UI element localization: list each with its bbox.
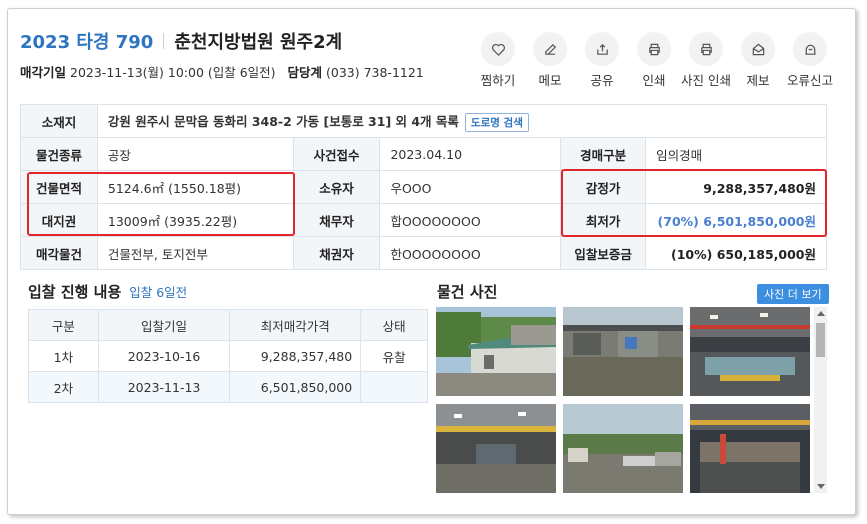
share-button[interactable]: 공유 bbox=[576, 32, 628, 89]
court-name: 춘천지방법원 원주2계 bbox=[174, 32, 343, 53]
area-highlight-box bbox=[27, 172, 295, 236]
bid-section-subtitle: 입찰 6일전 bbox=[129, 285, 188, 300]
owner-value: 우OOO bbox=[379, 170, 562, 204]
address-cell: 강원 원주시 문막읍 동화리 348-2 가동 [보통로 31] 외 4개 목록… bbox=[96, 104, 828, 138]
bid-section-title: 입찰 진행 내용 bbox=[28, 283, 122, 301]
sale-item-label: 매각물건 bbox=[20, 236, 98, 270]
info-row: 물건종류 공장 사건접수 2023.04.10 경매구분 임의경매 bbox=[20, 137, 827, 171]
error-report-icon bbox=[793, 32, 827, 66]
col-header: 구분 bbox=[28, 309, 99, 341]
property-photo[interactable] bbox=[436, 404, 556, 493]
scroll-down-icon[interactable] bbox=[817, 484, 825, 489]
type-value: 공장 bbox=[96, 137, 294, 171]
round-cell: 1차 bbox=[28, 340, 99, 372]
heart-icon bbox=[481, 32, 515, 66]
creditor-value: 한OOOOOOOO bbox=[379, 236, 562, 270]
print-label: 인쇄 bbox=[642, 73, 666, 88]
auction-kind-label: 경매구분 bbox=[560, 137, 647, 171]
share-label: 공유 bbox=[590, 73, 614, 88]
info-row: 매각물건 건물전부, 토지전부 채권자 한OOOOOOOO 입찰보증금 (10%… bbox=[20, 236, 827, 270]
address-row: 소재지 강원 원주시 문막읍 동화리 348-2 가동 [보통로 31] 외 4… bbox=[20, 104, 828, 138]
report-label: 제보 bbox=[746, 73, 770, 88]
share-icon bbox=[585, 32, 619, 66]
property-photo[interactable] bbox=[563, 404, 683, 493]
price-cell: 9,288,357,480 bbox=[229, 340, 362, 372]
col-header: 최저매각가격 bbox=[229, 309, 362, 341]
debtor-value: 합OOOOOOOO bbox=[379, 203, 562, 237]
divider bbox=[163, 33, 165, 49]
bid-history-table: 구분 입찰기일 최저매각가격 상태 1차 2023-10-16 9,288,35… bbox=[28, 309, 428, 403]
error-report-button[interactable]: 오류신고 bbox=[784, 32, 836, 89]
favorite-button[interactable]: 찜하기 bbox=[472, 32, 524, 89]
table-row: 2차 2023-11-13 6,501,850,000 bbox=[28, 371, 428, 403]
creditor-label: 채권자 bbox=[292, 236, 381, 270]
photo-print-button[interactable]: 사진 인쇄 bbox=[680, 32, 732, 89]
date-cell: 2023-11-13 bbox=[97, 371, 231, 403]
round-cell: 2차 bbox=[28, 371, 99, 403]
price-cell: 6,501,850,000 bbox=[229, 371, 362, 403]
status-cell bbox=[360, 371, 428, 403]
address-value: 강원 원주시 문막읍 동화리 348-2 가동 [보통로 31] 외 4개 목록 bbox=[107, 113, 459, 129]
case-number[interactable]: 2023 타경 790 bbox=[20, 28, 153, 54]
price-highlight-box bbox=[561, 169, 827, 237]
deposit-value: (10%) 650,185,000원 bbox=[645, 236, 827, 270]
road-search-button[interactable]: 도로명 검색 bbox=[464, 112, 529, 132]
error-report-label: 오류신고 bbox=[786, 73, 833, 88]
table-row: 1차 2023-10-16 9,288,357,480 유찰 bbox=[28, 340, 428, 372]
photo-print-icon bbox=[689, 32, 723, 66]
scroll-thumb[interactable] bbox=[816, 323, 825, 357]
photo-print-label: 사진 인쇄 bbox=[681, 73, 731, 88]
photo-grid bbox=[436, 307, 816, 493]
sale-item-value: 건물전부, 토지전부 bbox=[96, 236, 294, 270]
favorite-label: 찜하기 bbox=[480, 73, 516, 88]
pencil-icon bbox=[533, 32, 567, 66]
memo-button[interactable]: 메모 bbox=[524, 32, 576, 89]
property-photo[interactable] bbox=[563, 307, 683, 396]
sale-info: 매각기일 2023-11-13(월) 10:00 (입찰 6일전) 담당계 (0… bbox=[20, 62, 424, 81]
sale-date-value: 2023-11-13(월) 10:00 (입찰 6일전) bbox=[70, 65, 276, 80]
photo-scrollbar[interactable] bbox=[814, 307, 827, 493]
owner-label: 소유자 bbox=[292, 170, 381, 204]
auction-kind-value: 임의경매 bbox=[645, 137, 827, 171]
status-cell: 유찰 bbox=[360, 340, 428, 372]
more-photos-button[interactable]: 사진 더 보기 bbox=[757, 284, 829, 304]
property-photo[interactable] bbox=[690, 307, 810, 396]
action-toolbar: 찜하기 메모 공유 인쇄 사진 인쇄 제보 오류신고 bbox=[472, 32, 836, 89]
sale-date-label: 매각기일 bbox=[20, 65, 67, 80]
debtor-label: 채무자 bbox=[292, 203, 381, 237]
printer-icon bbox=[637, 32, 671, 66]
received-value: 2023.04.10 bbox=[379, 137, 562, 171]
deposit-label: 입찰보증금 bbox=[560, 236, 647, 270]
col-header: 상태 bbox=[360, 309, 428, 341]
photo-section-title: 물건 사진 bbox=[437, 283, 498, 301]
scroll-up-icon[interactable] bbox=[817, 311, 825, 316]
bid-section-header: 입찰 진행 내용 입찰 6일전 bbox=[28, 281, 187, 302]
property-photo[interactable] bbox=[690, 404, 810, 493]
property-photo[interactable] bbox=[436, 307, 556, 396]
type-label: 물건종류 bbox=[20, 137, 98, 171]
report-button[interactable]: 제보 bbox=[732, 32, 784, 89]
address-label: 소재지 bbox=[20, 104, 98, 138]
date-cell: 2023-10-16 bbox=[97, 340, 231, 372]
memo-label: 메모 bbox=[538, 73, 562, 88]
table-header-row: 구분 입찰기일 최저매각가격 상태 bbox=[28, 309, 428, 341]
manager-phone: (033) 738-1121 bbox=[325, 65, 424, 80]
col-header: 입찰기일 bbox=[97, 309, 231, 341]
report-icon bbox=[741, 32, 775, 66]
case-header: 2023 타경 790 춘천지방법원 원주2계 bbox=[20, 28, 342, 54]
received-label: 사건접수 bbox=[292, 137, 381, 171]
print-button[interactable]: 인쇄 bbox=[628, 32, 680, 89]
manager-label: 담당계 bbox=[287, 65, 322, 80]
